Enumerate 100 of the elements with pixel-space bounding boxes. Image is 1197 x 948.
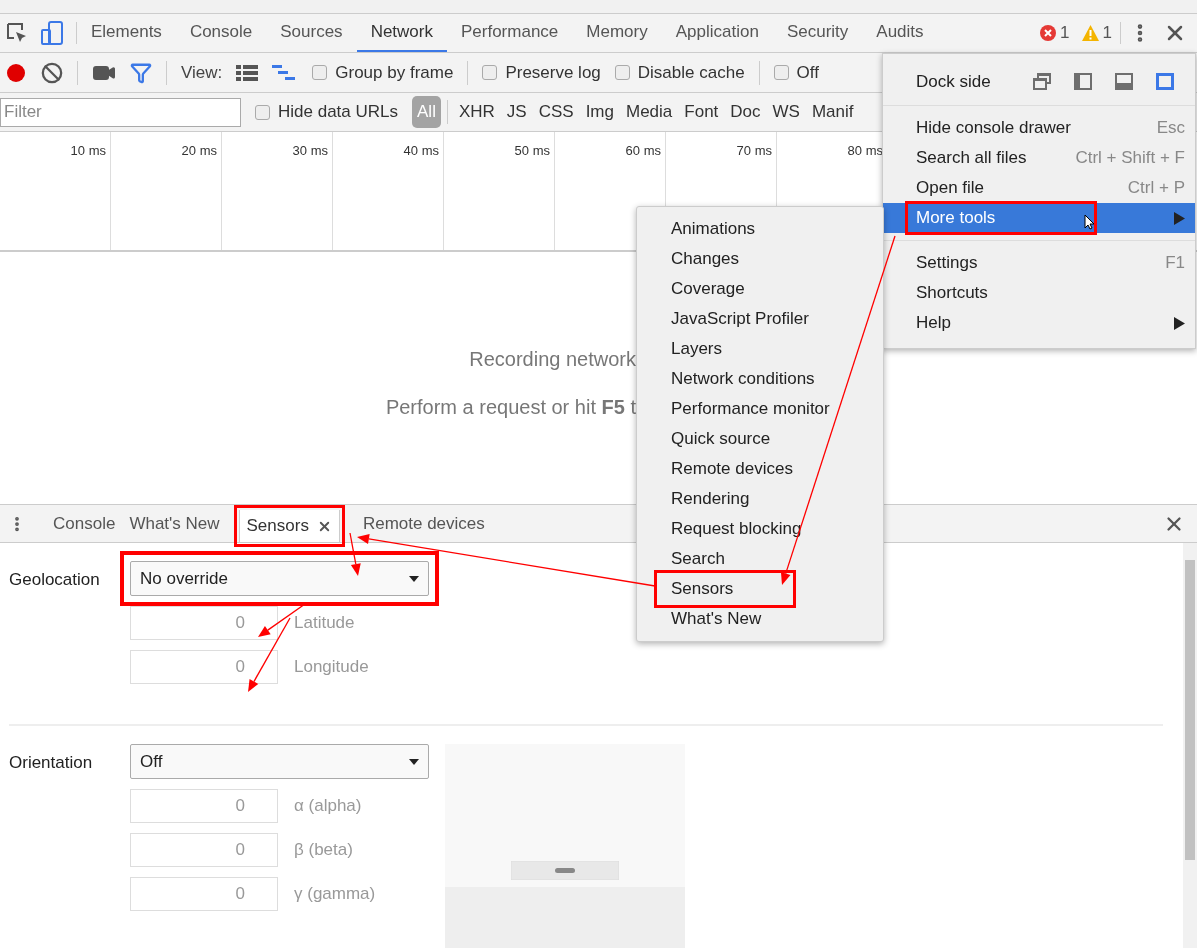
menu-item-label: Hide console drawer xyxy=(915,117,1072,140)
number-field[interactable]: 0 xyxy=(130,606,278,640)
menu-item[interactable]: Settings F1 xyxy=(883,248,1195,278)
panel-tab[interactable]: Audits xyxy=(862,14,938,52)
menu-item[interactable]: Performance monitor xyxy=(657,393,844,425)
timeline-tick: 20 ms xyxy=(181,142,217,160)
field-label: Latitude xyxy=(294,612,355,635)
empty-state-hint: Perform a request or hit F5 t xyxy=(385,395,636,420)
error-count: 1 xyxy=(1060,22,1070,45)
drawer-tab[interactable]: Console xyxy=(46,505,123,542)
menu-item[interactable]: Search xyxy=(657,543,739,575)
menu-item[interactable]: Help xyxy=(883,308,1195,338)
dock-side-label: Dock side xyxy=(916,70,992,93)
dock-left-icon[interactable] xyxy=(1073,72,1093,91)
sensor-label: Orientation xyxy=(9,752,94,774)
sensor-select[interactable]: Off xyxy=(130,744,429,779)
field-label: β (beta) xyxy=(294,839,353,862)
resource-type-filter[interactable]: Img xyxy=(580,96,619,128)
number-field[interactable]: 0 xyxy=(130,789,278,823)
timeline-tick: 50 ms xyxy=(514,142,550,160)
resource-type-filter[interactable]: Font xyxy=(679,96,724,128)
resource-type-filter[interactable]: CSS xyxy=(533,96,579,128)
menu-item[interactable]: Shortcuts xyxy=(883,278,1195,308)
dock-right-icon[interactable] xyxy=(1155,72,1175,91)
menu-item[interactable]: Remote devices xyxy=(657,453,807,485)
menu-item[interactable]: Search all files Ctrl + Shift + F xyxy=(883,143,1195,173)
warning-icon xyxy=(1081,25,1099,41)
shortcut-text: Ctrl + Shift + F xyxy=(1075,147,1185,170)
filter-icon[interactable] xyxy=(130,61,152,84)
dock-bottom-icon[interactable] xyxy=(1114,72,1134,91)
error-icon xyxy=(1040,25,1057,41)
panel-tab[interactable]: Memory xyxy=(572,14,662,52)
panel-tab[interactable]: Elements xyxy=(77,14,176,52)
field-label: α (alpha) xyxy=(294,795,362,818)
shortcut-text: F1 xyxy=(1165,252,1185,275)
menu-item[interactable]: Coverage xyxy=(657,273,759,305)
menu-item[interactable]: More tools xyxy=(883,203,1195,233)
panel-tab[interactable]: Performance xyxy=(447,14,573,52)
timeline-tick: 80 ms xyxy=(847,142,883,160)
cursor-icon xyxy=(1084,214,1095,230)
menu-item[interactable]: What's New xyxy=(657,603,776,635)
resource-type-filter[interactable]: Media xyxy=(621,96,678,128)
menu-item[interactable]: Changes xyxy=(657,243,754,275)
dropdown-caret-icon xyxy=(409,575,419,582)
menu-item[interactable]: Animations xyxy=(657,213,770,245)
menu-item-label: Open file xyxy=(915,177,986,200)
checkbox[interactable]: Disable cache xyxy=(614,59,745,86)
resource-type-filter[interactable]: JS xyxy=(501,96,532,128)
menu-item-label: Settings xyxy=(915,252,979,275)
sensor-select[interactable]: No override xyxy=(130,561,429,596)
timeline-tick: 60 ms xyxy=(625,142,661,160)
resource-type-filter[interactable]: Doc xyxy=(725,96,766,128)
field-label: Longitude xyxy=(294,656,369,679)
filter-field[interactable]: Filter xyxy=(0,97,241,127)
resource-type-filter[interactable]: WS xyxy=(767,96,805,128)
menu-item[interactable]: Request blocking xyxy=(657,513,816,545)
menu-item[interactable]: Sensors xyxy=(657,573,794,605)
number-field[interactable]: 0 xyxy=(130,650,278,684)
dock-undock-icon[interactable] xyxy=(1032,72,1052,91)
menu-item[interactable]: Hide console drawer Esc xyxy=(883,113,1195,143)
checkbox[interactable]: Preserve log xyxy=(482,59,601,86)
panel-tab[interactable]: Application xyxy=(661,14,773,52)
menu-item[interactable]: Open file Ctrl + P xyxy=(883,173,1195,203)
timeline-tick: 40 ms xyxy=(403,142,439,160)
list-view-icon[interactable] xyxy=(236,63,259,82)
timeline-tick: 30 ms xyxy=(292,142,328,160)
view-label: View: xyxy=(181,61,223,84)
record-icon[interactable] xyxy=(5,61,27,84)
menu-item[interactable]: Layers xyxy=(657,333,737,365)
menu-item-label: Search all files xyxy=(915,147,1028,170)
checkbox[interactable]: Group by frame xyxy=(312,59,454,86)
shortcut-text: Esc xyxy=(1156,117,1185,140)
field-label: γ (gamma) xyxy=(294,883,376,906)
drawer-tab[interactable]: Remote devices xyxy=(355,505,492,542)
resource-type-filter[interactable]: Manif xyxy=(806,96,859,128)
menu-item[interactable]: Rendering xyxy=(657,483,764,515)
menu-item-label: More tools xyxy=(908,204,1094,232)
timeline-tick: 10 ms xyxy=(70,142,106,160)
dropdown-caret-icon xyxy=(409,758,419,765)
scrollbar[interactable] xyxy=(1183,543,1197,948)
menu-item-label: Help xyxy=(915,312,952,335)
menu-item-label: Shortcuts xyxy=(915,282,989,305)
checkbox[interactable]: Hide data URLs xyxy=(255,99,398,125)
menu-item[interactable]: Network conditions xyxy=(657,363,829,395)
shortcut-text: Ctrl + P xyxy=(1127,177,1185,200)
drawer-tab[interactable]: What's New xyxy=(122,505,227,542)
warning-count: 1 xyxy=(1102,22,1112,45)
menu-item[interactable]: Quick source xyxy=(657,423,785,455)
panel-tab[interactable]: Console xyxy=(175,14,267,52)
inspect-element-icon[interactable] xyxy=(6,22,28,44)
clear-icon[interactable] xyxy=(41,61,63,84)
device-toolbar-icon[interactable] xyxy=(40,21,64,45)
number-field[interactable]: 0 xyxy=(130,877,278,911)
panel-tab[interactable]: Security xyxy=(772,14,863,52)
menu-item[interactable]: JavaScript Profiler xyxy=(657,303,823,335)
number-field[interactable]: 0 xyxy=(130,833,278,867)
resource-type-filter[interactable]: XHR xyxy=(453,96,500,128)
sensor-label: Geolocation xyxy=(9,569,101,591)
checkbox[interactable]: Off xyxy=(773,59,819,86)
panel-tab[interactable]: Sources xyxy=(266,14,357,52)
